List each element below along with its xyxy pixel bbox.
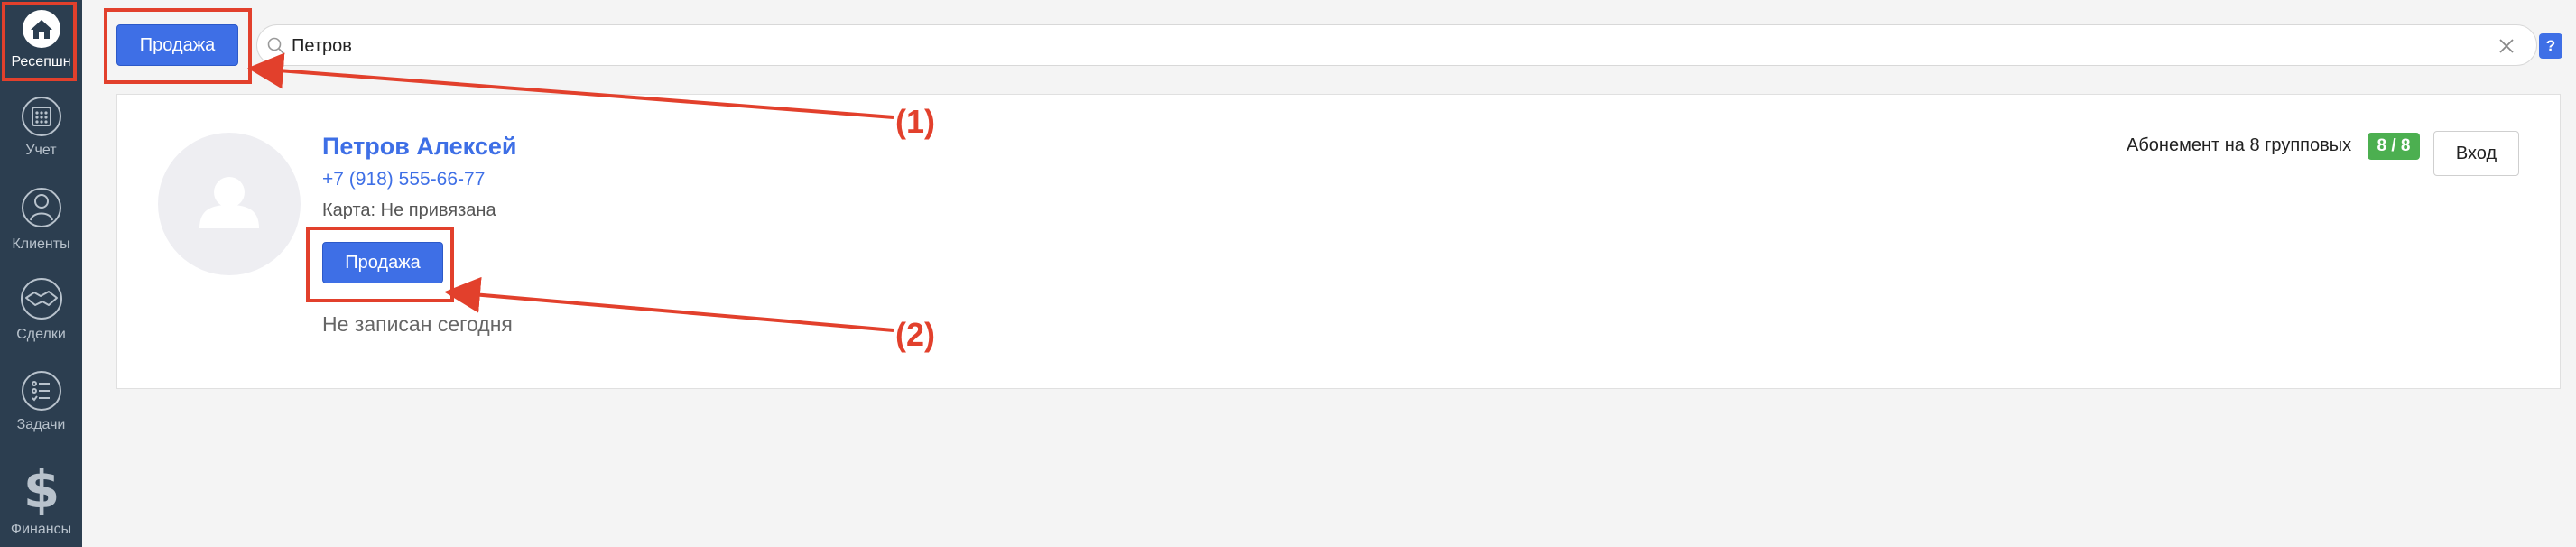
annotation-arrows [247,52,894,332]
annotation-label-2: (2) [895,316,935,353]
annotation-arrow-2 [444,276,894,332]
annotation-arrow-1 [247,52,894,119]
annotation-label-1: (1) [895,103,935,140]
